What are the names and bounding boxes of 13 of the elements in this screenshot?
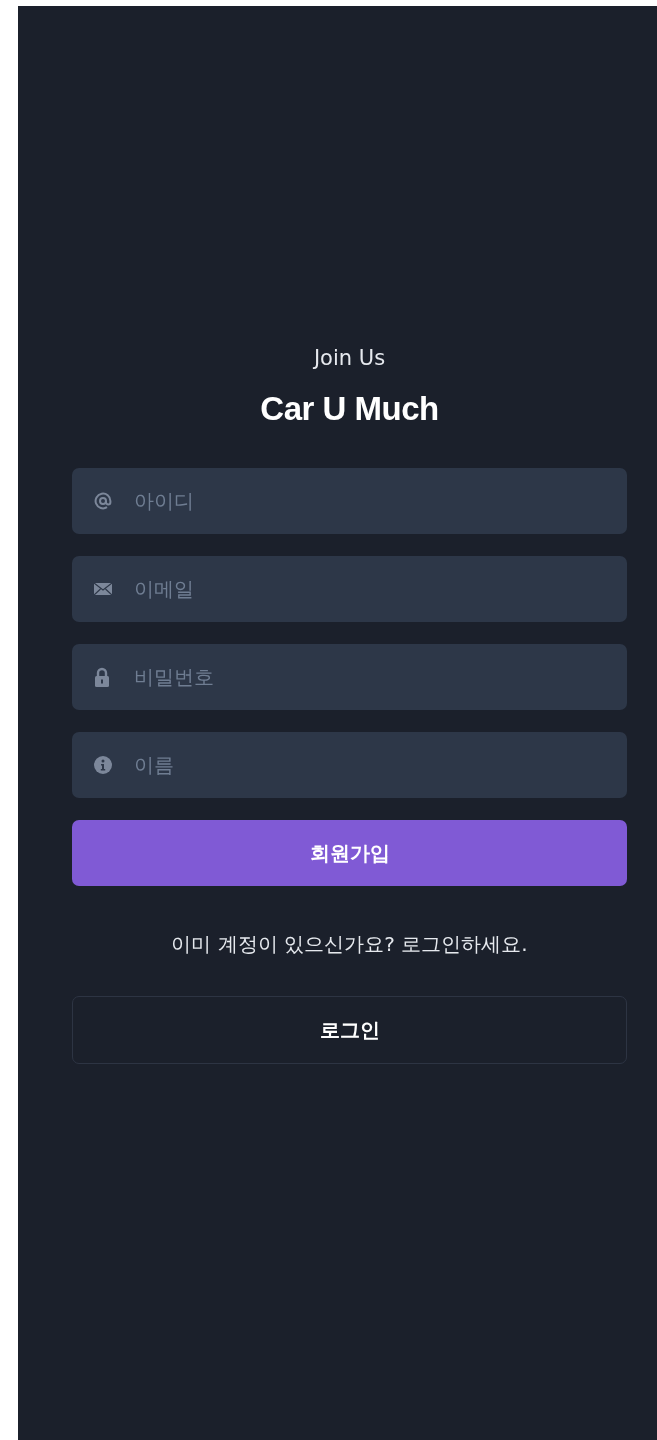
padlock-icon <box>94 667 110 687</box>
input-field[interactable]: 이름 <box>72 732 627 798</box>
login-button[interactable]: 로그인 <box>72 996 627 1064</box>
input-field[interactable]: 이메일 <box>72 556 627 622</box>
app-title: Car U Much <box>260 390 439 428</box>
input-field[interactable]: 아이디 <box>72 468 627 534</box>
login-prompt: 이미 계정이 있으신가요? 로그인하세요. <box>171 931 528 958</box>
envelope-icon <box>94 582 112 596</box>
at-sign-icon <box>94 492 112 510</box>
subtitle: Join Us <box>313 346 386 370</box>
signup-button[interactable]: 회원가입 <box>72 820 627 886</box>
input-field[interactable]: 비밀번호 <box>72 644 627 710</box>
info-icon <box>94 756 112 774</box>
